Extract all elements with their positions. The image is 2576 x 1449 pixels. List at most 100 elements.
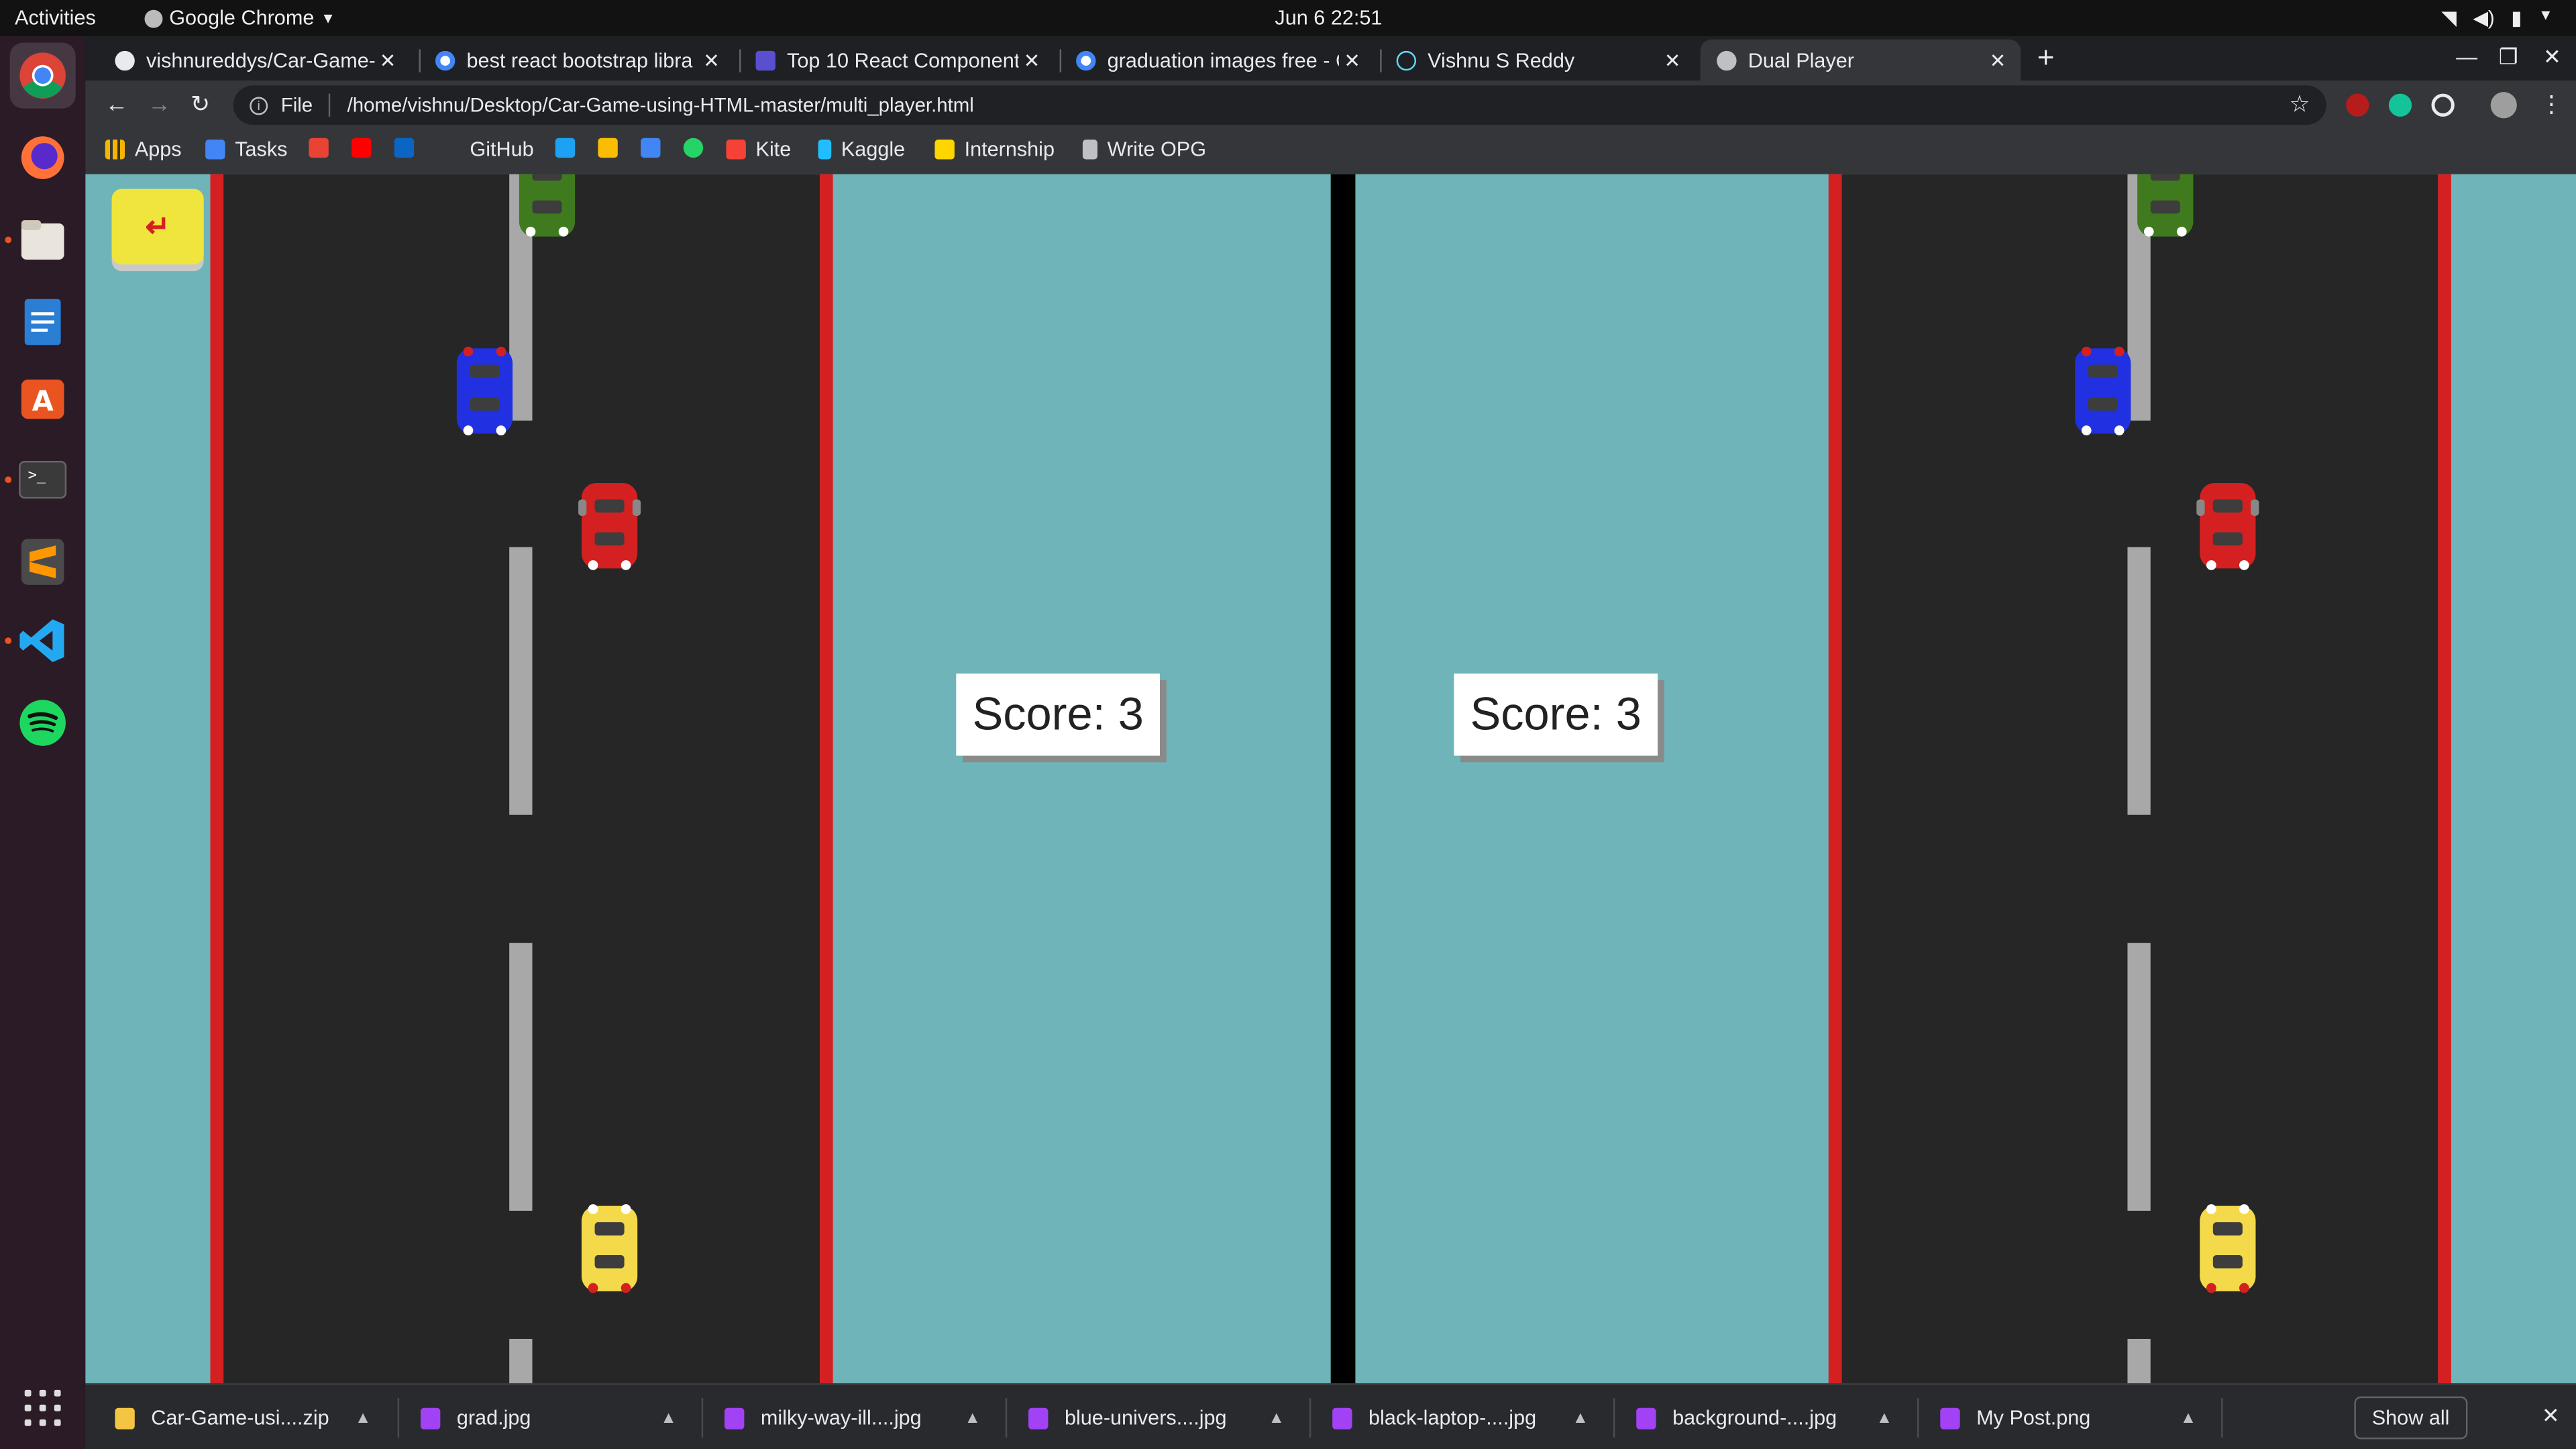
system-top-bar: Activities Google Chrome ▼ Jun 6 22:51 ◥… — [0, 0, 2576, 36]
tab-react-components[interactable]: Top 10 React Component ✕ — [739, 40, 1055, 80]
close-tab-icon[interactable]: ✕ — [1659, 48, 1685, 71]
dock-spotify[interactable] — [10, 690, 76, 756]
divider — [1309, 1398, 1311, 1438]
divider — [397, 1398, 400, 1438]
enemy-car-green — [519, 174, 576, 237]
chevron-up-icon[interactable]: ▲ — [965, 1409, 981, 1427]
dock-chrome[interactable] — [9, 42, 76, 109]
enemy-car-red — [578, 483, 641, 570]
dock-software[interactable]: A — [10, 365, 76, 431]
player2-score: Score: 3 — [1454, 674, 1658, 756]
enemy-car-green — [2137, 174, 2194, 237]
bookmark-linkedin[interactable] — [394, 138, 415, 158]
wifi-icon: ◥ — [2441, 6, 2457, 30]
info-icon[interactable]: i — [250, 96, 268, 115]
vscode-icon — [19, 619, 64, 662]
dock-vscode[interactable] — [10, 608, 76, 674]
app-menu[interactable]: Google Chrome ▼ — [144, 7, 335, 30]
svg-text:A: A — [32, 384, 54, 417]
dock-sublime[interactable] — [10, 529, 76, 595]
chevron-up-icon[interactable]: ▲ — [1269, 1409, 1285, 1427]
url-scheme: File — [280, 93, 313, 117]
url-text[interactable]: /home/vishnu/Desktop/Car-Game-using-HTML… — [347, 94, 974, 117]
bookmark-kaggle[interactable]: Kaggle — [818, 138, 906, 162]
show-all-button[interactable]: Show all — [2353, 1396, 2468, 1440]
download-item[interactable]: background-....jpg ▲ — [1636, 1385, 1915, 1449]
bookmark-tasks[interactable]: Tasks — [205, 138, 287, 161]
new-tab-button[interactable]: + — [2037, 41, 2055, 75]
bookmark-internship[interactable]: Internship — [934, 138, 1055, 161]
linkedin-icon — [394, 138, 415, 158]
close-tab-icon[interactable]: ✕ — [698, 48, 724, 71]
profile-avatar[interactable] — [2490, 92, 2517, 119]
tab-vishnu-reddy[interactable]: Vishnu S Reddy ✕ — [1380, 40, 1695, 80]
ublock-extension-icon[interactable] — [2346, 93, 2369, 117]
download-item[interactable]: black-laptop-....jpg ▲ — [1332, 1385, 1611, 1449]
chrome-menu-icon[interactable]: ⋮ — [2540, 91, 2563, 119]
bookmark-gmail[interactable] — [309, 138, 329, 158]
chevron-up-icon[interactable]: ▲ — [355, 1409, 371, 1427]
back-button[interactable]: ↵ — [111, 189, 204, 265]
tab-github[interactable]: vishnureddys/Car-Game-u ✕ — [99, 40, 411, 80]
back-arrow-icon[interactable]: ← — [105, 91, 128, 117]
chevron-up-icon[interactable]: ▲ — [2180, 1409, 2196, 1427]
globe-icon — [1717, 50, 1737, 70]
download-item[interactable]: milky-way-ill....jpg ▲ — [724, 1385, 1004, 1449]
bookmark-star-icon[interactable]: ☆ — [2290, 91, 2310, 119]
spotify-icon — [19, 700, 66, 746]
bookmark-twitter[interactable] — [555, 138, 576, 158]
extension-icon[interactable] — [2431, 93, 2455, 117]
close-shelf-icon[interactable]: ✕ — [2542, 1403, 2560, 1429]
internship-icon — [934, 140, 955, 160]
bookmark-drive[interactable] — [598, 138, 618, 158]
download-filename: blue-univers....jpg — [1064, 1406, 1227, 1430]
dock-firefox[interactable] — [10, 125, 76, 191]
dock-writer[interactable] — [10, 289, 76, 355]
dock-terminal[interactable]: >_ — [10, 447, 76, 513]
clock[interactable]: Jun 6 22:51 — [1275, 7, 1382, 30]
player2-car-yellow[interactable] — [2200, 1204, 2256, 1293]
volume-icon: ◀) — [2473, 6, 2495, 30]
dock-files[interactable] — [10, 207, 76, 273]
chevron-up-icon[interactable]: ▲ — [1876, 1409, 1892, 1427]
bookmark-youtube[interactable] — [352, 138, 372, 158]
tab-google-search[interactable]: best react bootstrap libra ✕ — [419, 40, 734, 80]
forward-arrow-icon[interactable]: → — [148, 91, 170, 117]
system-tray[interactable]: ◥ ◀) ▮ ▼ — [2441, 7, 2553, 30]
chevron-up-icon[interactable]: ▲ — [1572, 1409, 1589, 1427]
close-tab-icon[interactable]: ✕ — [374, 48, 400, 71]
grammarly-extension-icon[interactable] — [2388, 93, 2412, 117]
docs-icon — [641, 138, 661, 158]
download-item[interactable]: My Post.png ▲ — [1940, 1385, 2219, 1449]
download-item[interactable]: Car-Game-usi....zip ▲ — [115, 1385, 397, 1449]
player1-car-yellow[interactable] — [581, 1204, 638, 1293]
lane-marking — [509, 943, 533, 1211]
close-tab-icon[interactable]: ✕ — [1984, 48, 2010, 71]
close-tab-icon[interactable]: ✕ — [1018, 48, 1044, 71]
close-window-button[interactable]: ✕ — [2543, 44, 2561, 70]
lane-marking — [2127, 1338, 2151, 1384]
tab-graduation-images[interactable]: graduation images free - G ✕ — [1060, 40, 1375, 80]
bookmark-whatsapp[interactable] — [683, 138, 704, 158]
bookmark-docs[interactable] — [641, 138, 661, 158]
bookmark-label: Kaggle — [841, 138, 906, 162]
chevron-up-icon[interactable]: ▲ — [660, 1409, 676, 1427]
download-item[interactable]: blue-univers....jpg ▲ — [1028, 1385, 1307, 1449]
reload-icon[interactable]: ↻ — [191, 91, 210, 119]
bookmark-kite[interactable]: Kite — [726, 138, 791, 161]
close-tab-icon[interactable]: ✕ — [1339, 48, 1365, 71]
restore-button[interactable]: ❐ — [2499, 44, 2518, 70]
address-bar[interactable]: i File /home/vishnu/Desktop/Car-Game-usi… — [233, 85, 2326, 125]
minimize-button[interactable]: — — [2456, 44, 2477, 69]
show-applications-icon[interactable] — [24, 1389, 61, 1426]
github-icon — [440, 140, 460, 160]
activities-button[interactable]: Activities — [15, 7, 96, 30]
divider — [329, 93, 331, 117]
bookmark-label: Tasks — [235, 138, 288, 162]
bookmark-write-opg[interactable]: Write OPG — [1082, 138, 1206, 161]
bookmark-apps[interactable]: Apps — [105, 138, 182, 161]
bookmark-github[interactable]: GitHub — [440, 138, 534, 161]
enemy-car-blue — [2075, 346, 2131, 435]
tab-dual-player[interactable]: Dual Player ✕ — [1700, 39, 2021, 81]
download-item[interactable]: grad.jpg ▲ — [420, 1385, 700, 1449]
